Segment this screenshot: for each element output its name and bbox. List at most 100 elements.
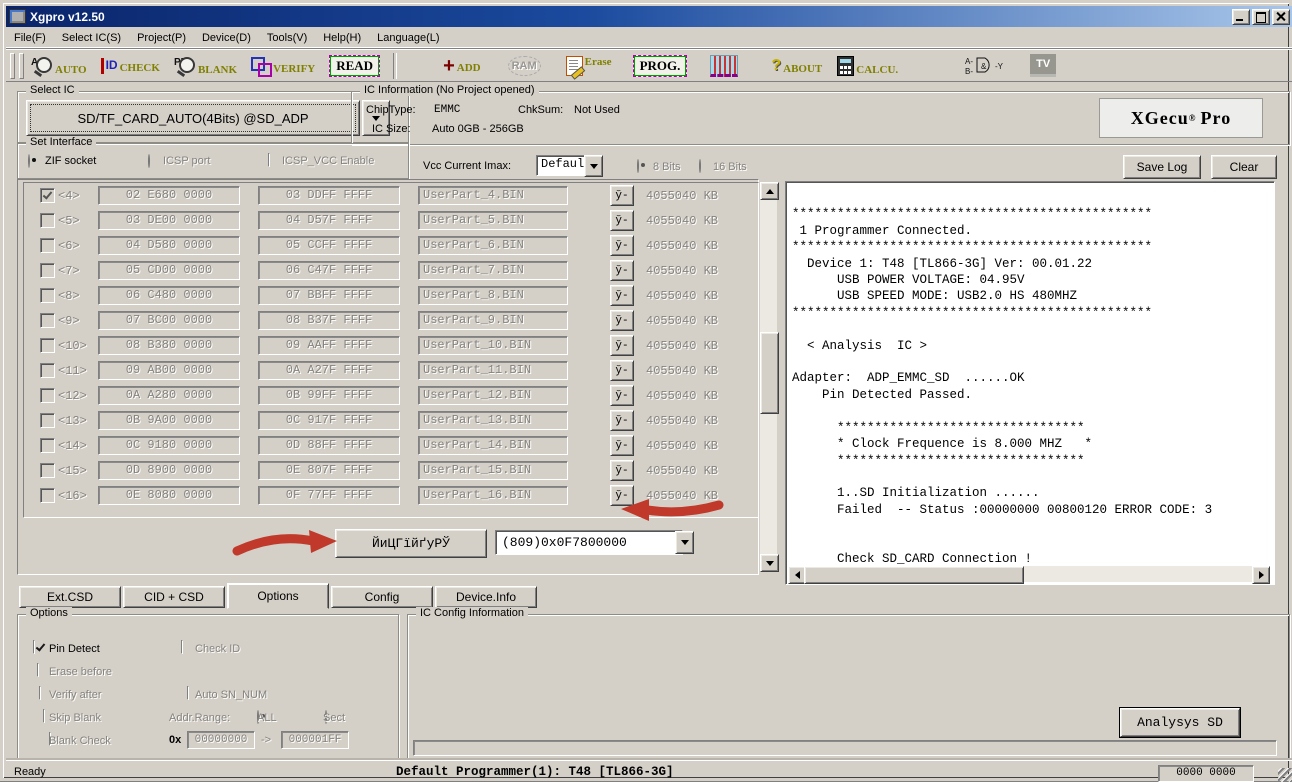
vcc-imax-dropdown-button[interactable] <box>584 155 603 177</box>
ram-button[interactable]: RAM <box>508 56 541 76</box>
partition-checkbox[interactable] <box>40 288 55 303</box>
partition-end-field[interactable]: 04 D57F FFFF <box>258 211 400 230</box>
partition-checkbox[interactable] <box>40 488 55 503</box>
partition-file-field[interactable]: UserPart_6.BIN <box>418 236 568 255</box>
partition-scrollbar[interactable] <box>760 182 777 572</box>
partition-end-field[interactable]: 0A A27F FFFF <box>258 361 400 380</box>
logic-tool-button[interactable]: A- B- & -Y <box>965 54 1009 78</box>
tab-device-info[interactable]: Device.Info <box>435 586 537 608</box>
close-button[interactable] <box>1272 9 1290 25</box>
calculator-button[interactable]: CALCU. <box>837 56 898 76</box>
range-from-field[interactable]: 00000000 <box>187 731 255 749</box>
partition-file-field[interactable]: UserPart_5.BIN <box>418 211 568 230</box>
partition-browse-button[interactable]: ў- <box>610 335 634 356</box>
menu-select-ic-s[interactable]: Select IC(S) <box>54 30 129 46</box>
partition-start-field[interactable]: 03 DE00 0000 <box>98 211 240 230</box>
partition-file-field[interactable]: UserPart_4.BIN <box>418 186 568 205</box>
partition-end-field[interactable]: 07 BBFF FFFF <box>258 286 400 305</box>
read-button[interactable]: READ <box>329 55 380 77</box>
partition-file-field[interactable]: UserPart_10.BIN <box>418 336 568 355</box>
partition-file-field[interactable]: UserPart_15.BIN <box>418 461 568 480</box>
scroll-down-button[interactable] <box>760 554 779 572</box>
partition-browse-button[interactable]: ў- <box>610 285 634 306</box>
partition-start-field[interactable]: 06 C480 0000 <box>98 286 240 305</box>
select-ic-button[interactable]: SD/TF_CARD_AUTO(4Bits) @SD_ADP <box>26 100 360 136</box>
analysys-sd-button[interactable]: Analysys SD <box>1120 708 1240 737</box>
partition-file-field[interactable]: UserPart_8.BIN <box>418 286 568 305</box>
partition-file-field[interactable]: UserPart_11.BIN <box>418 361 568 380</box>
verify-after-checkbox[interactable] <box>39 686 41 700</box>
clear-button[interactable]: Clear <box>1211 155 1277 179</box>
partition-file-field[interactable]: UserPart_9.BIN <box>418 311 568 330</box>
partition-browse-button[interactable]: ў- <box>610 460 634 481</box>
partition-start-field[interactable]: 0C 9180 0000 <box>98 436 240 455</box>
partition-end-field[interactable]: 0F 77FF FFFF <box>258 486 400 505</box>
16-bits-radio[interactable] <box>699 159 701 173</box>
partition-checkbox[interactable] <box>40 338 55 353</box>
tab-cid-csd[interactable]: CID + CSD <box>123 586 225 608</box>
auto-sn-checkbox[interactable] <box>187 686 189 700</box>
toolbar-grip[interactable] <box>19 53 24 79</box>
minimize-button[interactable] <box>1232 9 1250 25</box>
partition-end-field[interactable]: 0B 99FF FFFF <box>258 386 400 405</box>
partition-browse-button[interactable]: ў- <box>610 485 634 506</box>
range-to-field[interactable]: 000001FF <box>281 731 349 749</box>
tv-button[interactable]: TV <box>1030 54 1056 77</box>
menu-project-p[interactable]: Project(P) <box>129 30 194 46</box>
partition-end-field[interactable]: 05 CCFF FFFF <box>258 236 400 255</box>
partition-end-field[interactable]: 0E 807F FFFF <box>258 461 400 480</box>
partition-checkbox[interactable] <box>40 313 55 328</box>
tab-options[interactable]: Options <box>227 583 329 609</box>
icsp-port-radio[interactable] <box>148 154 150 168</box>
partition-checkbox[interactable] <box>40 263 55 278</box>
partition-start-field[interactable]: 09 AB00 0000 <box>98 361 240 380</box>
pin-detect-checkbox[interactable] <box>33 640 35 654</box>
add-button[interactable]: + ADD <box>443 58 481 74</box>
toolbar-grip[interactable] <box>10 53 15 79</box>
skip-blank-checkbox[interactable] <box>43 709 45 723</box>
save-log-button[interactable]: Save Log <box>1123 155 1201 179</box>
prog-button[interactable]: PROG. <box>633 55 688 77</box>
partition-browse-button[interactable]: ў- <box>610 260 634 281</box>
partition-browse-button[interactable]: ў- <box>610 385 634 406</box>
partition-browse-button[interactable]: ў- <box>610 185 634 206</box>
partition-file-field[interactable]: UserPart_7.BIN <box>418 261 568 280</box>
address-combo[interactable]: (809)0x0F7800000 <box>495 530 683 555</box>
check-id-checkbox[interactable] <box>181 640 183 654</box>
vcc-imax-select[interactable]: Default <box>536 155 588 176</box>
partition-checkbox[interactable] <box>40 438 55 453</box>
partition-checkbox[interactable] <box>40 238 55 253</box>
auto-button[interactable]: A AUTO <box>31 56 87 76</box>
partition-start-field[interactable]: 02 E680 0000 <box>98 186 240 205</box>
partition-checkbox[interactable] <box>40 388 55 403</box>
partition-file-field[interactable]: UserPart_16.BIN <box>418 486 568 505</box>
verify-button[interactable]: VERIFY <box>251 57 315 75</box>
scroll-right-button[interactable] <box>1252 566 1270 584</box>
8-bits-radio[interactable] <box>637 159 639 173</box>
partition-browse-button[interactable]: ў- <box>610 235 634 256</box>
maximize-button[interactable] <box>1252 9 1270 25</box>
menu-tools-v[interactable]: Tools(V) <box>259 30 315 46</box>
partition-start-field[interactable]: 04 D580 0000 <box>98 236 240 255</box>
partition-start-field[interactable]: 08 B380 0000 <box>98 336 240 355</box>
log-h-scrollbar[interactable] <box>788 566 1270 582</box>
scrollbar-thumb[interactable] <box>760 332 779 414</box>
partition-start-field[interactable]: 0A A280 0000 <box>98 386 240 405</box>
partition-start-field[interactable]: 0E 8080 0000 <box>98 486 240 505</box>
partition-browse-button[interactable]: ў- <box>610 210 634 231</box>
menu-help-h[interactable]: Help(H) <box>315 30 369 46</box>
chip-button[interactable] <box>710 55 738 77</box>
partition-end-field[interactable]: 03 DDFF FFFF <box>258 186 400 205</box>
partition-start-field[interactable]: 07 BC00 0000 <box>98 311 240 330</box>
partition-end-field[interactable]: 0D 88FF FFFF <box>258 436 400 455</box>
partition-end-field[interactable]: 09 AAFF FFFF <box>258 336 400 355</box>
partition-start-field[interactable]: 05 CD00 0000 <box>98 261 240 280</box>
icsp-vcc-checkbox[interactable] <box>268 153 270 167</box>
partition-file-field[interactable]: UserPart_12.BIN <box>418 386 568 405</box>
partition-file-field[interactable]: UserPart_13.BIN <box>418 411 568 430</box>
address-combo-dropdown-button[interactable] <box>675 531 694 554</box>
partition-checkbox[interactable] <box>40 188 55 203</box>
partition-checkbox[interactable] <box>40 363 55 378</box>
partition-start-field[interactable]: 0B 9A00 0000 <box>98 411 240 430</box>
zif-socket-radio[interactable] <box>28 154 30 168</box>
